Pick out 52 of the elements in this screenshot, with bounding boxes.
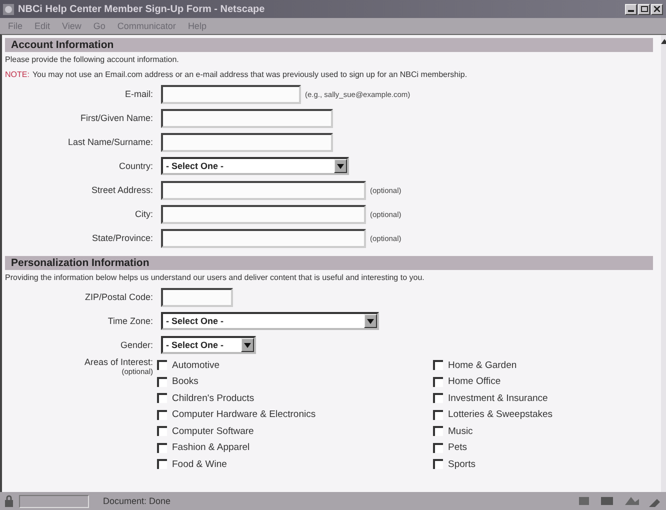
field-label: Time Zone: [106,316,153,326]
select-dropdown[interactable]: - Select One - [161,157,349,175]
close-button[interactable] [651,4,663,14]
lock-icon [3,495,15,507]
field-label: Country: [118,161,153,171]
text-field[interactable] [161,204,366,224]
field-label: State/Province: [90,233,153,243]
text-field[interactable] [161,288,233,306]
interest-checkbox[interactable]: Sports [433,456,653,472]
interest-checkbox[interactable]: Investment & Insurance [433,390,653,406]
note-text: NOTE: You may not use an Email.com address or an e-mail address that was previously used to sign up for an NBCi membership. [5,70,468,79]
text-field[interactable] [161,108,333,128]
field-label: Street Address: [90,185,153,195]
interests-label: Areas of Interest: [83,357,153,367]
minimize-button[interactable] [625,4,637,14]
section-header: Personalization Information [5,256,653,270]
field-label: City: [134,209,153,219]
interest-checkbox[interactable]: Fashion & Apparel [157,440,433,456]
interest-checkbox[interactable]: Computer Hardware & Electronics [157,406,433,423]
text-field[interactable] [161,84,301,104]
interest-checkbox[interactable]: Automotive [157,357,433,374]
interest-checkbox[interactable]: Home & Garden [433,357,653,374]
interest-checkbox[interactable]: Books [157,374,433,390]
section-header: Account Information [5,38,653,52]
window-title: NBCi Help Center Member Sign-Up Form - Netscape [18,4,265,14]
select-dropdown[interactable]: - Select One - [161,312,379,330]
progress-field [19,494,89,508]
close-icon [654,6,660,12]
interest-checkbox[interactable]: Music [433,423,653,440]
field-label: Gender: [119,340,153,350]
status-text: Document: Done [103,496,171,506]
field-label: E-mail: [124,89,153,99]
text-field[interactable] [161,180,366,200]
scrollbar[interactable] [661,35,666,492]
field-label: ZIP/Postal Code: [84,292,153,302]
scroll-up-arrow-icon [661,39,666,44]
interest-checkbox[interactable]: Home Office [433,374,653,390]
text-field[interactable] [161,228,366,248]
browser-icon [3,4,14,14]
maximize-button[interactable] [638,4,650,14]
field-label: First/Given Name: [79,113,153,123]
interest-checkbox[interactable]: Children's Products [157,390,433,406]
select-dropdown[interactable]: - Select One - [161,336,256,354]
interest-checkbox[interactable]: Food & Wine [157,456,433,472]
field-label: Last Name/Surname: [66,137,153,147]
interest-checkbox[interactable]: Lotteries & Sweepstakes [433,406,653,423]
section-intro: Providing the information below helps us understand our users and deliver content that is useful and interesting to you. [5,273,426,282]
section-intro: Please provide the following account information. [5,55,180,64]
interest-checkbox[interactable]: Computer Software [157,423,433,440]
maximize-icon [640,6,648,12]
interest-checkbox[interactable]: Pets [433,440,653,456]
text-field[interactable] [161,132,333,152]
